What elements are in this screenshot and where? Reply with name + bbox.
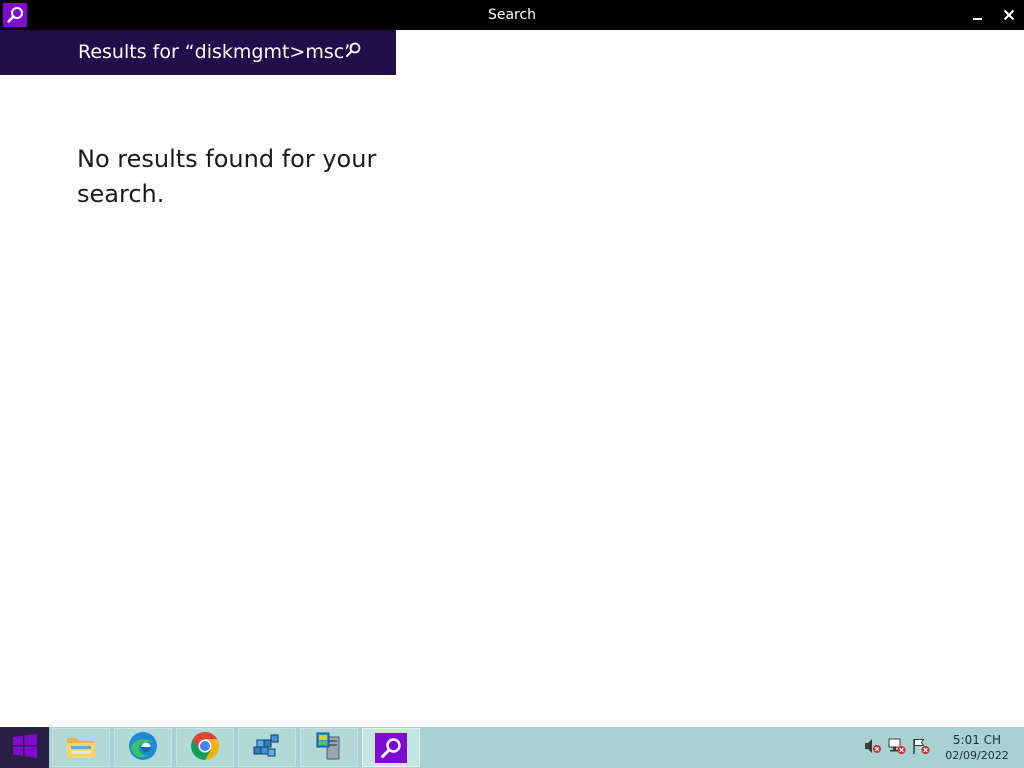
search-button[interactable] — [342, 41, 364, 63]
minimize-icon — [972, 6, 984, 25]
network-error-icon — [888, 737, 906, 759]
chrome-icon — [190, 731, 220, 765]
results-label: Results for “diskmgmt>msc” — [78, 41, 355, 63]
taskbar-file-explorer[interactable] — [52, 728, 110, 767]
search-results-header: Results for “diskmgmt>msc” — [0, 30, 396, 75]
close-button[interactable] — [994, 0, 1024, 30]
registry-editor-icon — [251, 731, 283, 765]
start-button[interactable] — [0, 727, 49, 768]
clock-date: 02/09/2022 — [945, 749, 1009, 762]
taskbar-search[interactable] — [362, 728, 420, 767]
taskbar-clock[interactable]: 5:01 CH 02/09/2022 — [938, 732, 1016, 764]
action-center-tray-button[interactable] — [912, 739, 930, 757]
speaker-muted-icon — [864, 737, 882, 759]
network-tray-button[interactable] — [888, 737, 906, 759]
file-explorer-icon — [65, 732, 97, 764]
search-icon — [375, 732, 407, 763]
window-title: Search — [487, 7, 537, 23]
server-manager-icon — [313, 731, 345, 765]
minimize-button[interactable] — [963, 0, 993, 30]
taskbar: 5:01 CH 02/09/2022 — [0, 727, 1024, 768]
taskbar-registry-editor[interactable] — [238, 728, 296, 767]
search-icon — [344, 41, 362, 63]
volume-tray-button[interactable] — [864, 739, 882, 757]
windows-logo-icon — [12, 733, 38, 763]
taskbar-edge[interactable] — [114, 728, 172, 767]
action-center-flag-icon — [912, 737, 930, 759]
taskbar-chrome[interactable] — [176, 728, 234, 767]
edge-icon — [127, 730, 159, 766]
close-icon — [1003, 6, 1015, 25]
taskbar-server-manager[interactable] — [300, 728, 358, 767]
clock-time: 5:01 CH — [952, 733, 1002, 747]
no-results-message: No results found for your search. — [77, 145, 377, 208]
title-bar: Search — [0, 0, 1024, 30]
